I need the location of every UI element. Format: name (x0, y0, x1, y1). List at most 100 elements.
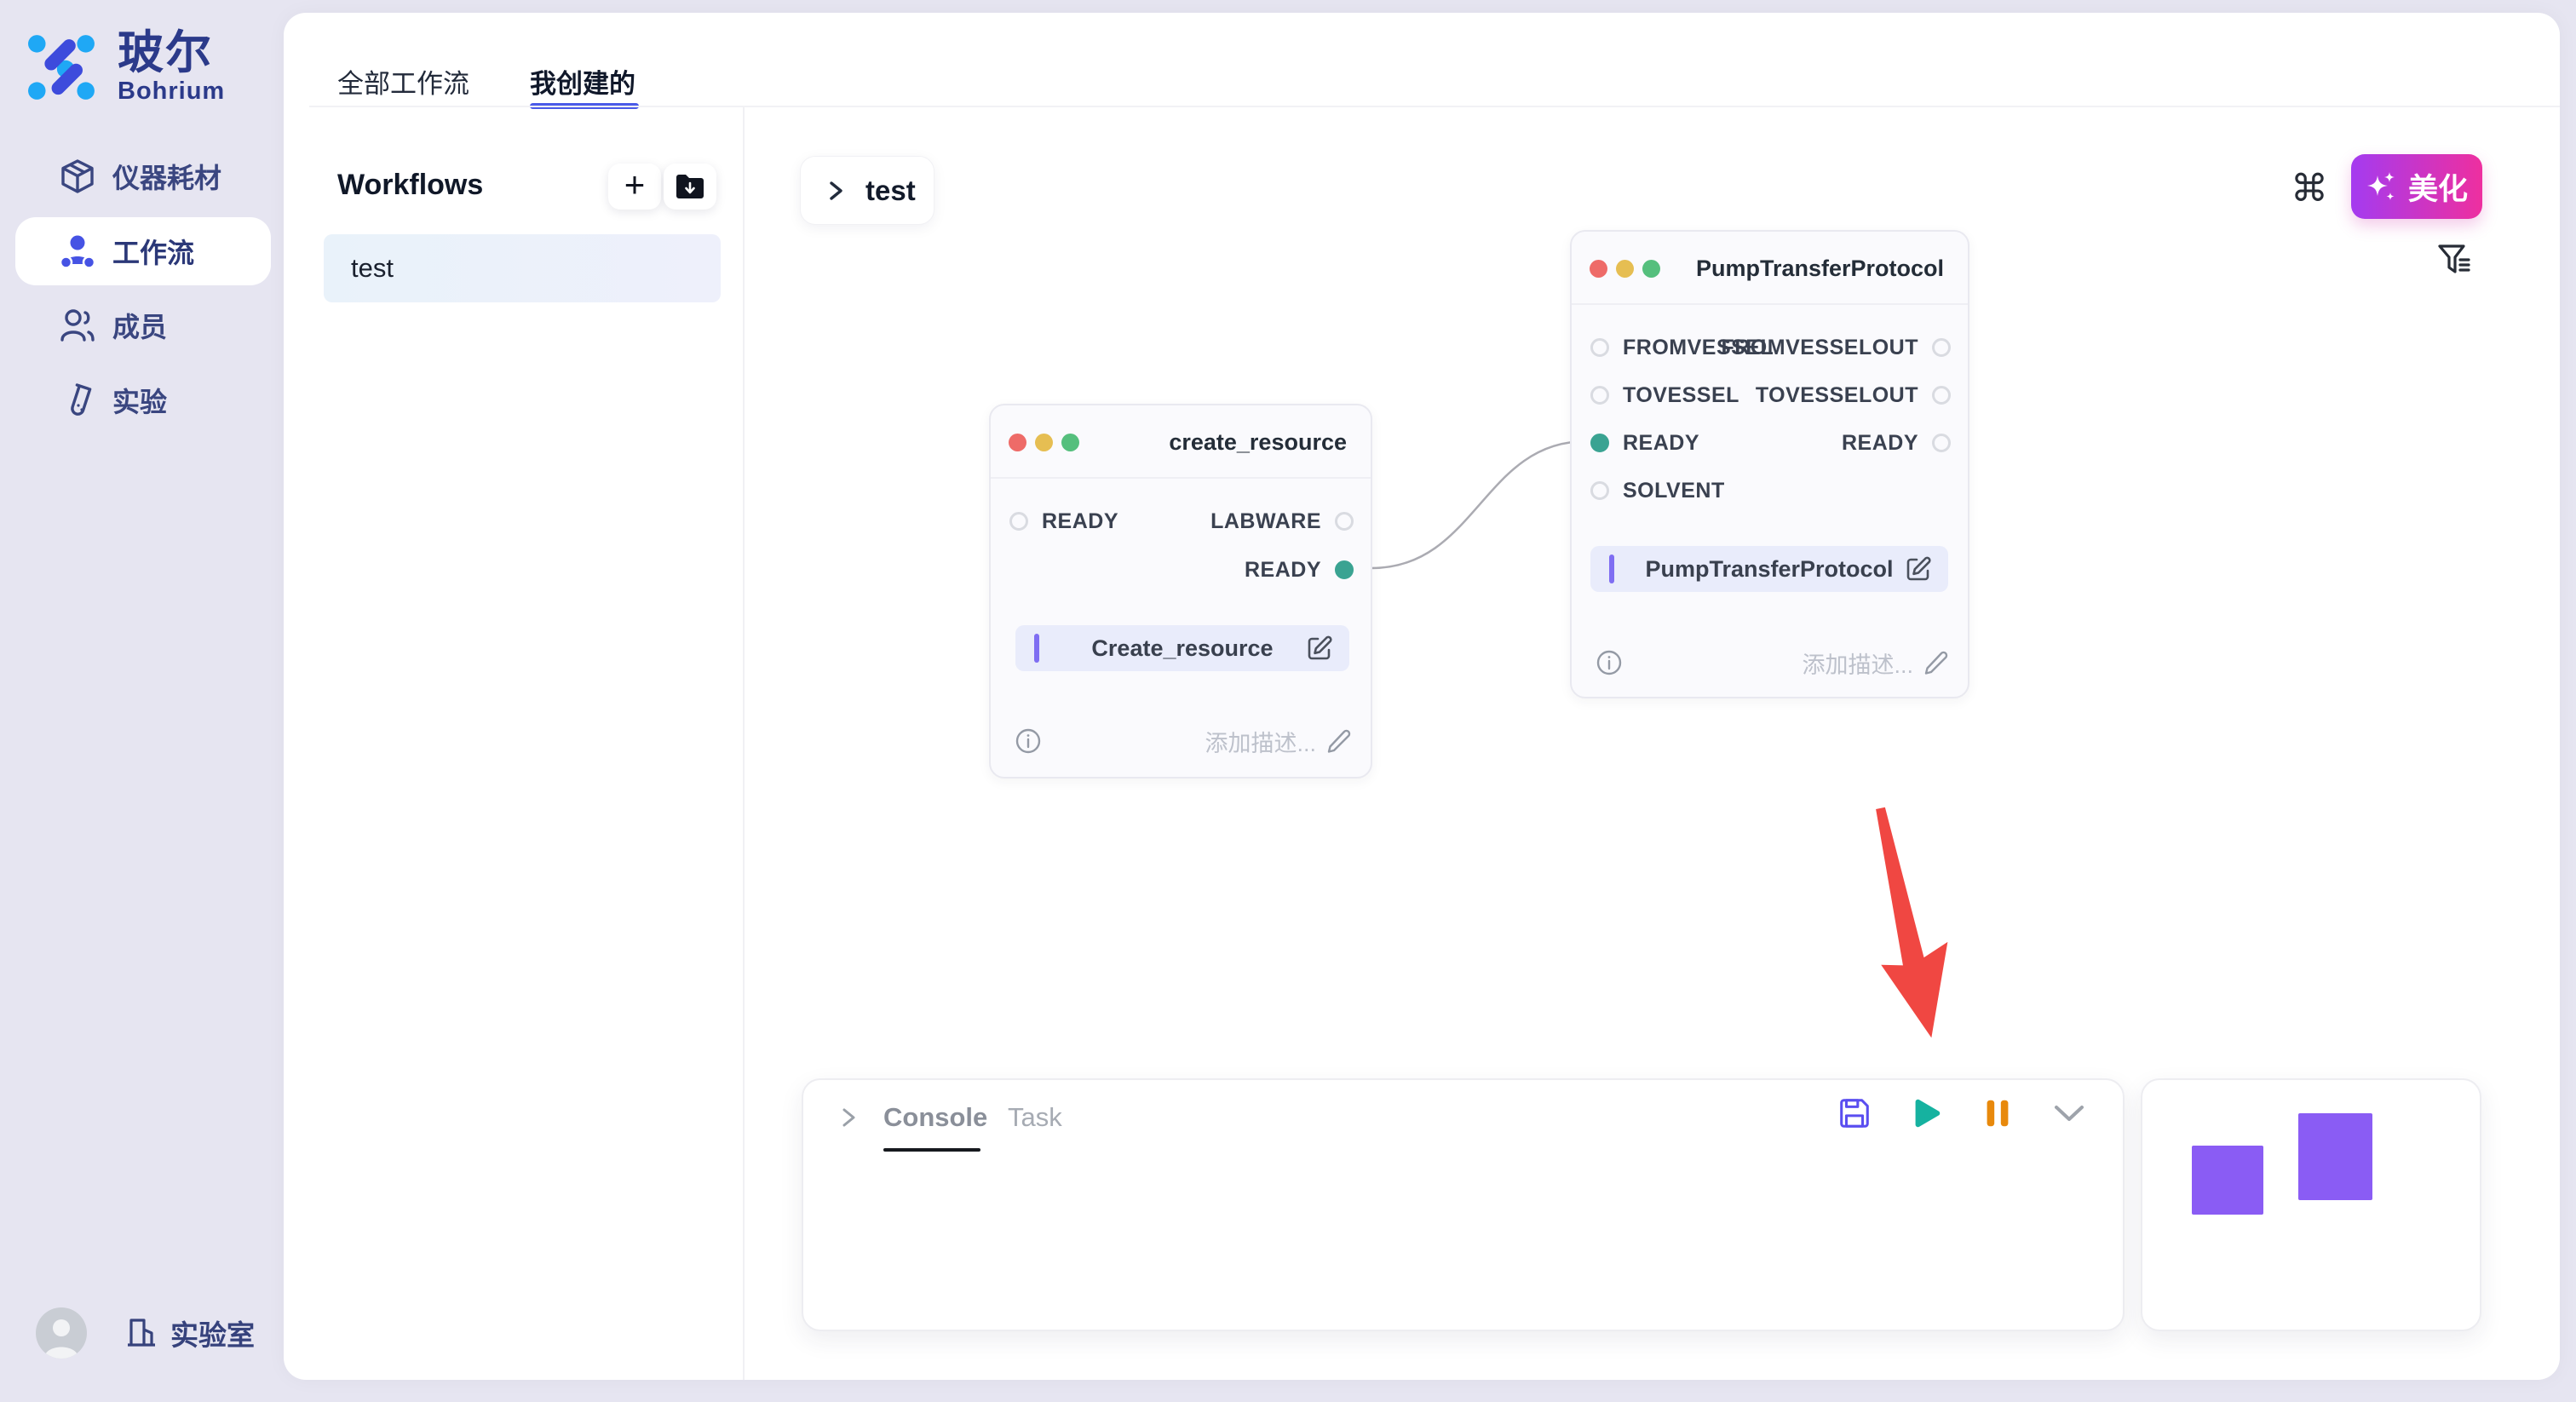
command-palette-button[interactable]: ⌘ (2287, 166, 2332, 210)
dot-yellow-icon (1035, 434, 1053, 451)
console-panel: Console Task (802, 1078, 2125, 1331)
sidebar-item-label: 实验 (112, 381, 167, 420)
pill-label: Create_resource (1015, 625, 1349, 671)
port-handle[interactable] (1932, 386, 1951, 405)
pencil-icon (1326, 728, 1352, 754)
bohrium-workflow-app: 玻尔 Bohrium 仪器耗材 (0, 0, 2576, 1402)
description-field[interactable]: 添加描述... (1205, 725, 1352, 758)
dot-red-icon (1590, 260, 1607, 278)
chevron-right-icon (825, 178, 847, 204)
port-handle[interactable] (1590, 481, 1609, 500)
port-handle-connected[interactable] (1590, 434, 1609, 452)
lab-switcher[interactable]: 实验室 (124, 1313, 255, 1353)
bohrium-logo-icon (27, 32, 97, 102)
port-handle[interactable] (1590, 386, 1609, 405)
description-field[interactable]: 添加描述... (1802, 646, 1949, 680)
edit-icon[interactable] (1305, 634, 1334, 663)
info-icon[interactable] (1596, 649, 1623, 676)
output-port-ready[interactable]: READY (1231, 550, 1354, 589)
sidebar-footer: 实验室 (36, 1307, 255, 1359)
workflow-list-item-test[interactable]: test (324, 234, 721, 302)
sidebar: 玻尔 Bohrium 仪器耗材 (0, 0, 284, 1402)
dot-green-icon (1061, 434, 1079, 451)
console-actions (1835, 1094, 2089, 1133)
add-workflow-button[interactable]: + (608, 164, 661, 210)
node-title: create_resource (1169, 405, 1347, 479)
node-create-resource[interactable]: create_resource READY LABWARE READY Crea… (989, 404, 1372, 779)
save-icon[interactable] (1835, 1094, 1874, 1133)
box-icon (58, 157, 97, 196)
breadcrumb-label: test (865, 175, 916, 207)
dot-red-icon (1009, 434, 1026, 451)
port-handle[interactable] (1590, 338, 1609, 357)
input-port-ready[interactable]: READY (1009, 502, 1132, 541)
tab-task[interactable]: Task (1008, 1102, 1062, 1133)
members-icon (58, 306, 97, 345)
breadcrumb[interactable]: test (800, 156, 934, 225)
chevron-down-icon[interactable] (2050, 1094, 2089, 1133)
sidebar-item-members[interactable]: 成员 (15, 291, 271, 359)
port-handle[interactable] (1932, 434, 1951, 452)
output-port-labware[interactable]: LABWARE (1197, 502, 1354, 541)
building-icon (124, 1316, 158, 1350)
node-footer: 添加描述... (991, 720, 1371, 762)
tab-console[interactable]: Console (883, 1102, 987, 1133)
pill-label: PumpTransferProtocol (1590, 546, 1948, 592)
edit-icon[interactable] (1904, 554, 1933, 583)
filter-icon[interactable] (2437, 243, 2473, 279)
node-footer: 添加描述... (1572, 641, 1968, 684)
brand-logo[interactable]: 玻尔 Bohrium (27, 29, 225, 106)
node-pill-create-resource[interactable]: Create_resource (1015, 625, 1349, 671)
workflow-item-label: test (351, 253, 394, 284)
port-handle[interactable] (1932, 338, 1951, 357)
output-port-fromvesselout[interactable]: FROMVESSELOUT (1707, 328, 1951, 367)
import-workflow-button[interactable] (664, 164, 716, 210)
output-port-ready[interactable]: READY (1828, 423, 1951, 463)
info-icon[interactable] (1015, 727, 1042, 755)
sidebar-item-experiments[interactable]: 实验 (15, 366, 271, 434)
pause-icon[interactable] (1978, 1094, 2017, 1133)
sidebar-item-label: 仪器耗材 (112, 157, 221, 196)
port-handle-connected[interactable] (1335, 560, 1354, 579)
brand-title: 玻尔 (118, 29, 225, 78)
input-port-ready[interactable]: READY (1590, 423, 1713, 463)
command-icon: ⌘ (2291, 167, 2328, 210)
node-pump-transfer-protocol[interactable]: PumpTransferProtocol FROMVESSEL TOVESSEL… (1570, 230, 1969, 698)
tab-all-workflows[interactable]: 全部工作流 (337, 62, 469, 101)
lab-label: 实验室 (170, 1313, 255, 1353)
input-port-solvent[interactable]: SOLVENT (1590, 471, 1739, 510)
node-header: create_resource (991, 405, 1371, 479)
sidebar-item-workflow[interactable]: 工作流 (15, 217, 271, 285)
sidebar-item-instruments[interactable]: 仪器耗材 (15, 142, 271, 210)
output-port-tovesselout[interactable]: TOVESSELOUT (1742, 376, 1951, 415)
dot-yellow-icon (1616, 260, 1634, 278)
test-tube-icon (58, 381, 97, 420)
user-avatar[interactable] (36, 1307, 87, 1359)
input-port-tovessel[interactable]: TOVESSEL (1590, 376, 1753, 415)
plus-icon: + (624, 167, 646, 203)
beautify-label: 美化 (2408, 165, 2468, 209)
minimap[interactable] (2141, 1078, 2481, 1331)
brand-subtitle: Bohrium (118, 78, 225, 106)
workflows-panel-title: Workflows (337, 169, 483, 202)
node-pill-pump-transfer[interactable]: PumpTransferProtocol (1590, 546, 1948, 592)
main-content-card: 全部工作流 我创建的 Workflows + test (284, 13, 2560, 1380)
tab-created-by-me[interactable]: 我创建的 (530, 62, 635, 101)
minimap-node-pump-transfer (2298, 1113, 2372, 1200)
node-header: PumpTransferProtocol (1572, 232, 1968, 305)
folder-download-icon (675, 173, 705, 200)
console-collapse-icon[interactable] (836, 1104, 863, 1131)
run-icon[interactable] (1906, 1094, 1946, 1133)
sidebar-item-label: 工作流 (112, 232, 194, 271)
sparkles-icon (2366, 170, 2398, 203)
dot-green-icon (1642, 260, 1660, 278)
node-title: PumpTransferProtocol (1696, 232, 1944, 305)
pencil-icon (1923, 650, 1949, 675)
minimap-node-create-resource (2192, 1146, 2263, 1215)
workflow-team-icon (58, 232, 97, 271)
sidebar-item-label: 成员 (112, 306, 167, 345)
port-handle[interactable] (1009, 512, 1028, 531)
beautify-button[interactable]: 美化 (2351, 154, 2482, 219)
console-tab-underline (883, 1148, 980, 1152)
port-handle[interactable] (1335, 512, 1354, 531)
